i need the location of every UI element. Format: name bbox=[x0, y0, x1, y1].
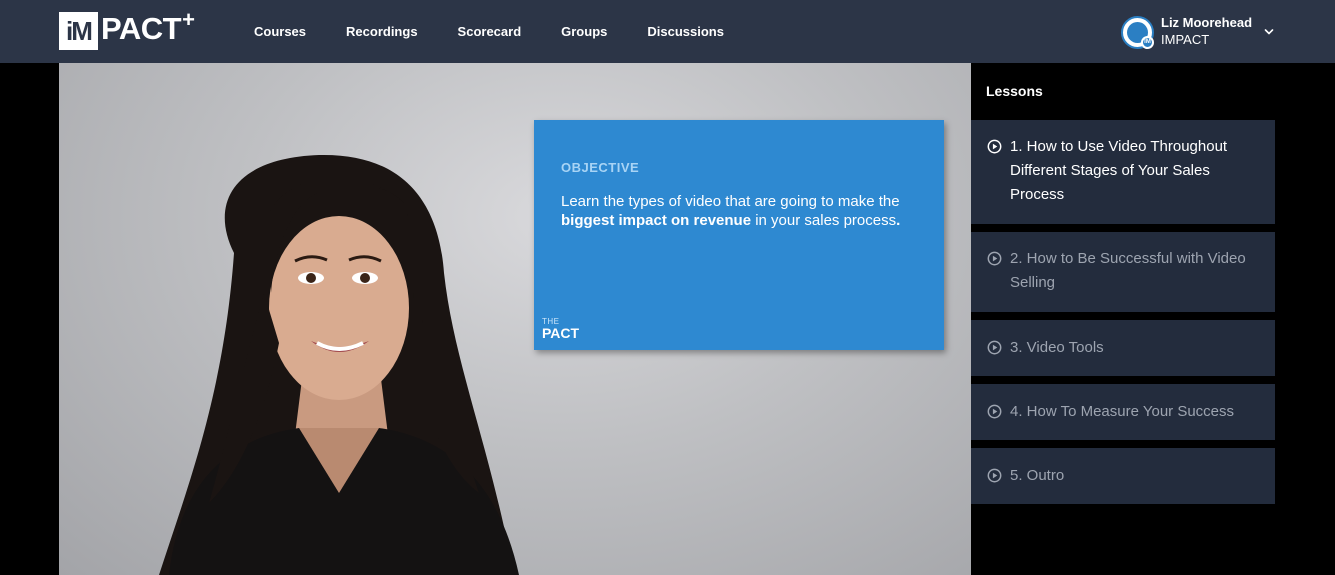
impact-plus-logo[interactable]: iM PACT + bbox=[59, 7, 195, 52]
lesson-item-1[interactable]: 1. How to Use Video Throughout Different… bbox=[971, 120, 1275, 224]
lesson-item-2[interactable]: 2. How to Be Successful with Video Selli… bbox=[971, 232, 1275, 312]
lesson-item-3[interactable]: 3. Video Tools bbox=[971, 320, 1275, 376]
objective-text-1: Learn the types of video that are going … bbox=[561, 193, 900, 210]
nav-groups[interactable]: Groups bbox=[561, 24, 607, 39]
logo-box: iM bbox=[59, 12, 98, 50]
objective-text-2: in your sales process bbox=[751, 212, 897, 229]
play-circle-icon bbox=[987, 340, 1002, 355]
lesson-item-5[interactable]: 5. Outro bbox=[971, 448, 1275, 504]
lesson-label: 5. Outro bbox=[1010, 467, 1065, 484]
main-nav: Courses Recordings Scorecard Groups Disc… bbox=[254, 0, 764, 63]
user-menu[interactable]: IM Liz Moorehead IMPACT bbox=[1121, 13, 1274, 51]
lesson-label: 3. Video Tools bbox=[1010, 339, 1104, 356]
avatar: IM bbox=[1121, 15, 1154, 49]
lesson-label: 2. How to Be Successful with Video Selli… bbox=[1010, 250, 1246, 291]
user-org: IMPACT bbox=[1161, 32, 1210, 47]
nav-discussions[interactable]: Discussions bbox=[647, 24, 724, 39]
chevron-down-icon[interactable] bbox=[1264, 27, 1274, 37]
card-brand: PACT bbox=[542, 325, 580, 341]
lessons-title: Lessons bbox=[986, 83, 1043, 99]
lesson-label: 1. How to Use Video Throughout Different… bbox=[1010, 138, 1228, 203]
logo-text: PACT bbox=[101, 11, 182, 46]
lesson-item-4[interactable]: 4. How To Measure Your Success bbox=[971, 384, 1275, 440]
user-info: Liz Moorehead IMPACT bbox=[1161, 15, 1252, 49]
play-circle-icon bbox=[987, 251, 1002, 266]
lesson-label: 4. How To Measure Your Success bbox=[1010, 403, 1235, 420]
nav-recordings[interactable]: Recordings bbox=[346, 24, 418, 39]
logo-plus: + bbox=[182, 7, 195, 32]
user-name: Liz Moorehead bbox=[1161, 15, 1253, 30]
play-circle-icon bbox=[987, 404, 1002, 419]
play-circle-icon bbox=[987, 139, 1002, 154]
video-player[interactable]: OBJECTIVE Learn the types of video that … bbox=[59, 63, 971, 575]
play-circle-icon bbox=[987, 468, 1002, 483]
nav-courses[interactable]: Courses bbox=[254, 24, 306, 39]
lessons-sidebar: Lessons 1. How to Use Video Throughout D… bbox=[971, 63, 1335, 575]
nav-scorecard[interactable]: Scorecard bbox=[458, 24, 522, 39]
objective-body: Learn the types of video that are going … bbox=[561, 192, 911, 230]
objective-text-bold: biggest impact on revenue bbox=[561, 212, 752, 229]
avatar-org-badge: IM bbox=[1141, 35, 1154, 49]
top-navbar: iM PACT + Courses Recordings Scorecard G… bbox=[0, 0, 1335, 63]
objective-heading: OBJECTIVE bbox=[561, 160, 640, 175]
objective-card: OBJECTIVE Learn the types of video that … bbox=[534, 120, 944, 350]
objective-text-end: . bbox=[896, 212, 901, 229]
